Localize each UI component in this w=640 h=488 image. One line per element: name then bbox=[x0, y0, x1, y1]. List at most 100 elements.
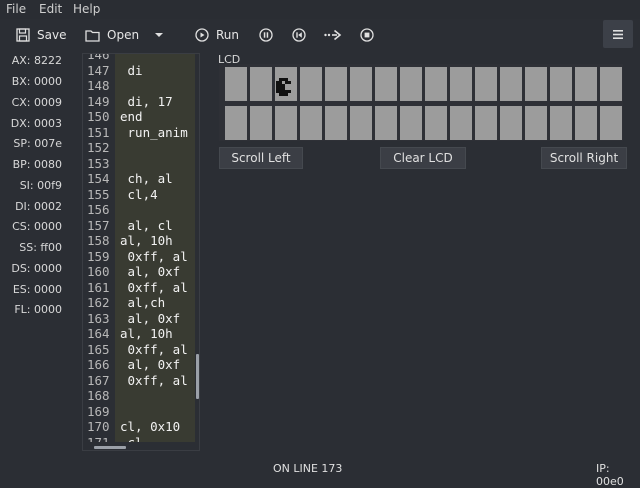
lcd-cell bbox=[375, 67, 397, 101]
lcd-cell bbox=[425, 106, 447, 140]
step-icon bbox=[324, 29, 342, 41]
line-number: 160 bbox=[87, 264, 110, 279]
register-dx: DX: 0003 bbox=[10, 117, 62, 130]
lcd-cell bbox=[500, 67, 522, 101]
horizontal-scrollbar[interactable] bbox=[94, 446, 126, 449]
line-number: 151 bbox=[87, 124, 110, 140]
lcd-cell bbox=[350, 106, 372, 140]
vertical-scrollbar[interactable] bbox=[196, 354, 199, 399]
run-button[interactable]: Run bbox=[195, 26, 239, 44]
line-number: 171 bbox=[87, 434, 110, 443]
lcd-cell bbox=[600, 106, 622, 140]
code-text: ch, al bbox=[120, 171, 173, 186]
step-back-icon bbox=[292, 28, 306, 42]
register-cs: CS: 0000 bbox=[12, 220, 62, 233]
code-line[interactable]: 155 cl,4 bbox=[83, 187, 195, 202]
register-ax: AX: 8222 bbox=[11, 54, 62, 67]
code-line[interactable]: 151 run_anim bbox=[83, 125, 195, 140]
step-back-button[interactable] bbox=[292, 26, 306, 44]
save-button[interactable]: Save bbox=[16, 26, 66, 44]
code-line[interactable]: 156 bbox=[83, 202, 195, 217]
clear-lcd-button[interactable]: Clear LCD bbox=[380, 147, 466, 169]
code-line[interactable]: 150 end bbox=[83, 109, 195, 124]
run-label: Run bbox=[216, 28, 240, 42]
lcd-cell bbox=[550, 67, 572, 101]
stop-button[interactable] bbox=[360, 26, 374, 44]
code-line[interactable]: 161 0xff, al bbox=[83, 280, 195, 295]
dropdown-arrow-icon bbox=[155, 33, 163, 37]
code-text: 0xff, al bbox=[120, 372, 188, 388]
lcd-cell bbox=[250, 67, 272, 101]
code-line[interactable]: 159 0xff, al bbox=[83, 249, 195, 264]
pause-button[interactable] bbox=[259, 26, 273, 44]
lcd-cell bbox=[275, 67, 297, 101]
lcd-cell bbox=[450, 67, 472, 101]
lcd-cell bbox=[450, 106, 472, 140]
code-line[interactable]: 148 bbox=[83, 78, 195, 93]
lcd-cell bbox=[575, 67, 597, 101]
code-text: al, cl bbox=[120, 217, 173, 233]
code-text: al,ch bbox=[120, 295, 166, 310]
run-icon bbox=[195, 28, 209, 42]
lcd-cell bbox=[525, 106, 547, 140]
code-line[interactable]: 147 di bbox=[83, 63, 195, 78]
code-line[interactable]: 163 al, 0xf bbox=[83, 311, 195, 326]
code-line[interactable]: 164 al, 10h bbox=[83, 326, 195, 341]
menu-help[interactable]: Help bbox=[73, 2, 100, 16]
lcd-cell bbox=[325, 106, 347, 140]
code-line[interactable]: 166 al, 0xf bbox=[83, 357, 195, 372]
code-line[interactable]: 152 bbox=[83, 140, 195, 155]
menu-bar: File Edit Help bbox=[0, 0, 640, 19]
line-number: 169 bbox=[87, 403, 110, 419]
line-number: 150 bbox=[87, 109, 110, 124]
code-line[interactable]: 168 bbox=[83, 388, 195, 403]
code-text: al, 0xf bbox=[120, 264, 181, 279]
line-number: 156 bbox=[87, 202, 110, 217]
code-line[interactable]: 169 bbox=[83, 404, 195, 419]
lcd-cell bbox=[425, 67, 447, 101]
code-line[interactable]: 157 al, cl bbox=[83, 218, 195, 233]
code-area[interactable]: 146 147 di 148 149 di, 17 150 end 151 run_anim… bbox=[83, 54, 195, 442]
code-line[interactable]: 162 al,ch bbox=[83, 295, 195, 310]
code-line[interactable]: 171 cl bbox=[83, 435, 195, 443]
lcd-cell bbox=[250, 106, 272, 140]
code-line[interactable]: 170 cl, 0x10 bbox=[83, 419, 195, 434]
code-text: cl,4 bbox=[120, 186, 158, 202]
line-number: 152 bbox=[87, 140, 110, 155]
register-cx: CX: 0009 bbox=[11, 96, 62, 109]
open-button[interactable]: Open bbox=[85, 26, 139, 44]
folder-icon bbox=[85, 29, 100, 42]
step-button[interactable] bbox=[324, 26, 342, 44]
code-line[interactable]: 167 0xff, al bbox=[83, 373, 195, 388]
register-ds: DS: 0000 bbox=[11, 262, 62, 275]
code-text: cl, 0x10 bbox=[120, 419, 181, 434]
lcd-cell bbox=[600, 67, 622, 101]
code-line[interactable]: 149 di, 17 bbox=[83, 94, 195, 109]
hamburger-menu-button[interactable] bbox=[603, 20, 633, 48]
code-text: al, 0xf bbox=[120, 357, 181, 372]
register-es: ES: 0000 bbox=[12, 283, 62, 296]
scroll-left-button[interactable]: Scroll Left bbox=[219, 147, 303, 169]
pause-icon bbox=[259, 28, 273, 42]
register-di: DI: 0002 bbox=[15, 200, 62, 213]
code-line[interactable]: 158 al, 10h bbox=[83, 233, 195, 248]
code-line[interactable]: 146 bbox=[83, 54, 195, 62]
save-label: Save bbox=[37, 28, 67, 42]
code-line[interactable]: 165 0xff, al bbox=[83, 342, 195, 357]
code-line[interactable]: 154 ch, al bbox=[83, 171, 195, 186]
scroll-right-button[interactable]: Scroll Right bbox=[541, 147, 627, 169]
lcd-cell bbox=[550, 106, 572, 140]
line-number: 170 bbox=[87, 419, 110, 434]
code-line[interactable]: 153 bbox=[83, 156, 195, 171]
status-current-line: ON LINE 173 bbox=[273, 462, 343, 475]
menu-file[interactable]: File bbox=[6, 2, 26, 16]
code-text: end bbox=[120, 109, 143, 124]
code-text: 0xff, al bbox=[120, 341, 188, 357]
open-dropdown-button[interactable] bbox=[154, 26, 164, 44]
line-number: 167 bbox=[87, 372, 110, 388]
line-number: 163 bbox=[87, 310, 110, 326]
code-line[interactable]: 160 al, 0xf bbox=[83, 264, 195, 279]
menu-edit[interactable]: Edit bbox=[39, 2, 62, 16]
lcd-cell bbox=[375, 106, 397, 140]
code-editor[interactable]: 146 147 di 148 149 di, 17 150 end 151 run_anim… bbox=[82, 53, 200, 451]
